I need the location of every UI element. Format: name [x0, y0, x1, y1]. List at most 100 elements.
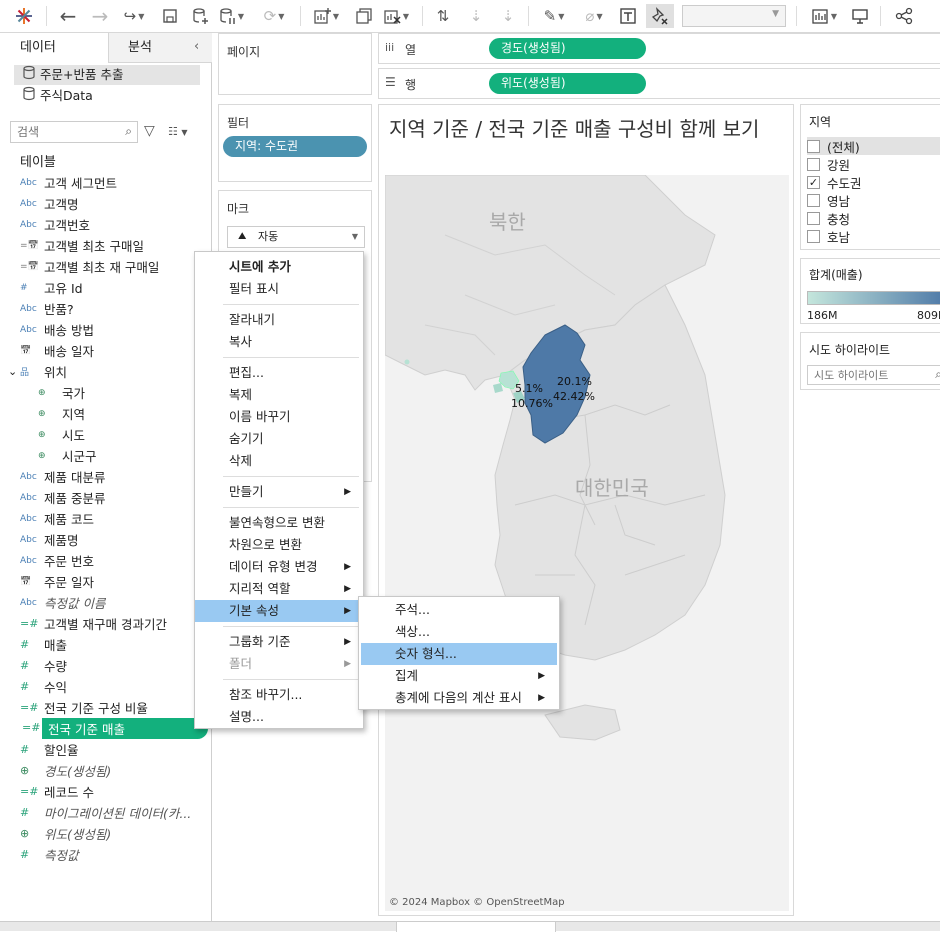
forward-icon[interactable]: → [88, 4, 112, 28]
checkbox-icon[interactable] [807, 139, 820, 153]
region-filter-item[interactable]: (전체) [807, 137, 940, 155]
tableau-logo-icon[interactable] [12, 4, 36, 28]
menu-item[interactable]: 지리적 역할 ▶ [195, 578, 363, 600]
menu-item[interactable]: 설명... [195, 706, 363, 728]
checkbox-checked-icon[interactable]: ✓ [807, 175, 820, 189]
field-item[interactable]: =# 레코드 수 [20, 781, 94, 802]
field-item[interactable]: Abc 제품 코드 [20, 508, 94, 529]
filter-icon[interactable]: ▽ [144, 123, 155, 139]
menu-item[interactable]: 기본 속성 ▶ [195, 600, 363, 622]
field-item[interactable]: Abc 주문 번호 [20, 550, 94, 571]
field-item[interactable]: # 수익 [20, 676, 67, 697]
region-filter-item[interactable]: 강원 [807, 155, 940, 173]
field-item[interactable]: Abc 제품명 [20, 529, 79, 550]
rows-pill[interactable]: 위도(생성됨) [489, 73, 646, 94]
show-me-icon[interactable]: ▼ [806, 4, 842, 28]
rows-shelf[interactable]: ☰ 행 위도(생성됨) [378, 68, 940, 99]
tab-analysis[interactable]: 분석 [128, 35, 152, 61]
menu-item[interactable]: 데이터 유형 변경 ▶ [195, 556, 363, 578]
fit-dropdown[interactable]: ▼ [682, 5, 786, 27]
sort-ascending-icon[interactable]: ⇣ [464, 4, 488, 28]
menu-item[interactable]: 그룹화 기준 ▶ [195, 631, 363, 653]
menu-item[interactable]: 복사 [195, 331, 363, 353]
filter-pill-region[interactable]: 지역: 수도권 [223, 136, 367, 157]
field-item[interactable]: Abc 고객번호 [20, 214, 90, 235]
region-filter-item[interactable]: ✓ 수도권 [807, 173, 940, 191]
menu-item[interactable]: 시트에 추가 [195, 256, 363, 278]
menu-item[interactable]: 폴더 ▶ [195, 653, 363, 675]
field-item[interactable]: ⊕ 국가 [38, 382, 85, 403]
fix-axes-icon[interactable] [646, 4, 674, 28]
highlight-pen-icon[interactable]: ✎ ▼ [536, 4, 572, 28]
field-item[interactable]: # 매출 [20, 634, 67, 655]
field-item[interactable]: =#전국 기준 매출 [42, 718, 208, 739]
filters-shelf[interactable]: 필터 지역: 수도권 [218, 104, 372, 182]
menu-item[interactable]: 불연속형으로 변환 [195, 512, 363, 534]
tab-data[interactable]: 데이터 [20, 35, 56, 61]
field-item[interactable]: Abc 고객 세그먼트 [20, 172, 117, 193]
field-item[interactable]: # 할인율 [20, 739, 79, 760]
duplicate-sheet-icon[interactable] [352, 4, 376, 28]
field-item[interactable]: =# 전국 기준 구성 비율 [20, 697, 148, 718]
field-item[interactable]: ⊕ 위도(생성됨) [20, 823, 111, 844]
share-icon[interactable] [892, 4, 916, 28]
collapse-pane-icon[interactable]: ‹ [194, 39, 199, 54]
field-item[interactable]: Abc 측정값 이름 [20, 592, 105, 613]
checkbox-icon[interactable] [807, 229, 820, 243]
region-filter-item[interactable]: 영남 [807, 191, 940, 209]
menu-item[interactable]: 잘라내기 [195, 309, 363, 331]
new-worksheet-icon[interactable]: ▼ [308, 4, 344, 28]
checkbox-icon[interactable] [807, 211, 820, 225]
field-item[interactable]: 📅 배송 일자 [20, 340, 94, 361]
submenu-item[interactable]: 색상... [361, 621, 557, 643]
search-box[interactable]: ⌕ [10, 121, 138, 143]
menu-item[interactable]: 차원으로 변환 [195, 534, 363, 556]
datasource-item[interactable]: 주문+반품 추출 [14, 65, 200, 85]
menu-item[interactable]: 편집... [195, 362, 363, 384]
clear-sheet-icon[interactable]: ▼ [378, 4, 414, 28]
field-item[interactable]: ⊕ 시군구 [38, 445, 97, 466]
save-icon[interactable] [158, 4, 182, 28]
field-item[interactable]: Abc 배송 방법 [20, 319, 94, 340]
columns-shelf[interactable]: iii 열 경도(생성됨) [378, 33, 940, 64]
field-item[interactable]: 📅 주문 일자 [20, 571, 94, 592]
field-item[interactable]: ⌄ 品 위치 [8, 361, 67, 382]
datasource-item[interactable]: 주식Data [14, 86, 200, 106]
field-item[interactable]: # 고유 Id [20, 277, 83, 298]
field-item[interactable]: =📅 고객별 최초 재 구매일 [20, 256, 159, 277]
highlight-search-box[interactable]: ⌕ [807, 365, 940, 385]
field-item[interactable]: Abc 제품 대분류 [20, 466, 105, 487]
sort-descending-icon[interactable]: ⇣ [496, 4, 520, 28]
back-icon[interactable]: ← [56, 4, 80, 28]
field-item[interactable]: ⊕ 지역 [38, 403, 85, 424]
view-options-icon[interactable]: ☷ ▼ [168, 125, 188, 138]
highlight-input[interactable] [808, 366, 928, 384]
redo-menu-icon[interactable]: ↪ ▼ [116, 4, 152, 28]
field-item[interactable]: # 마이그레이션된 데이터(카... [20, 802, 191, 823]
map-canvas[interactable]: 북한 대한민국 5.1% 10.76% 20.1% 42.42% © 2024 … [385, 175, 789, 911]
swap-rows-columns-icon[interactable]: ⇅ [430, 4, 456, 28]
presentation-mode-icon[interactable] [848, 4, 872, 28]
field-item[interactable]: ⊕ 경도(생성됨) [20, 760, 111, 781]
menu-item[interactable]: 만들기 ▶ [195, 481, 363, 503]
menu-item[interactable]: 숨기기 [195, 428, 363, 450]
menu-item[interactable]: 필터 표시 [195, 278, 363, 300]
field-item[interactable]: ⊕ 시도 [38, 424, 85, 445]
columns-pill[interactable]: 경도(생성됨) [489, 38, 646, 59]
field-item[interactable]: Abc 반품? [20, 298, 74, 319]
mark-type-dropdown[interactable]: ⛰ 자동 ▼ [227, 226, 365, 248]
checkbox-icon[interactable] [807, 193, 820, 207]
field-item[interactable]: =📅 고객별 최초 구매일 [20, 235, 144, 256]
pages-shelf[interactable]: 페이지 [218, 33, 372, 95]
pause-datasource-icon[interactable]: ▼ [216, 4, 246, 28]
field-item[interactable]: Abc 제품 중분류 [20, 487, 105, 508]
submenu-item[interactable]: 주석... [361, 599, 557, 621]
region-filter-item[interactable]: 충청 [807, 209, 940, 227]
menu-item[interactable]: 이름 바꾸기 [195, 406, 363, 428]
menu-item[interactable]: 삭제 [195, 450, 363, 472]
new-datasource-icon[interactable] [188, 4, 212, 28]
field-item[interactable]: Abc 고객명 [20, 193, 79, 214]
search-input[interactable] [11, 122, 115, 142]
menu-item[interactable]: 참조 바꾸기... [195, 684, 363, 706]
attach-icon[interactable]: ⌀ ▼ [576, 4, 612, 28]
